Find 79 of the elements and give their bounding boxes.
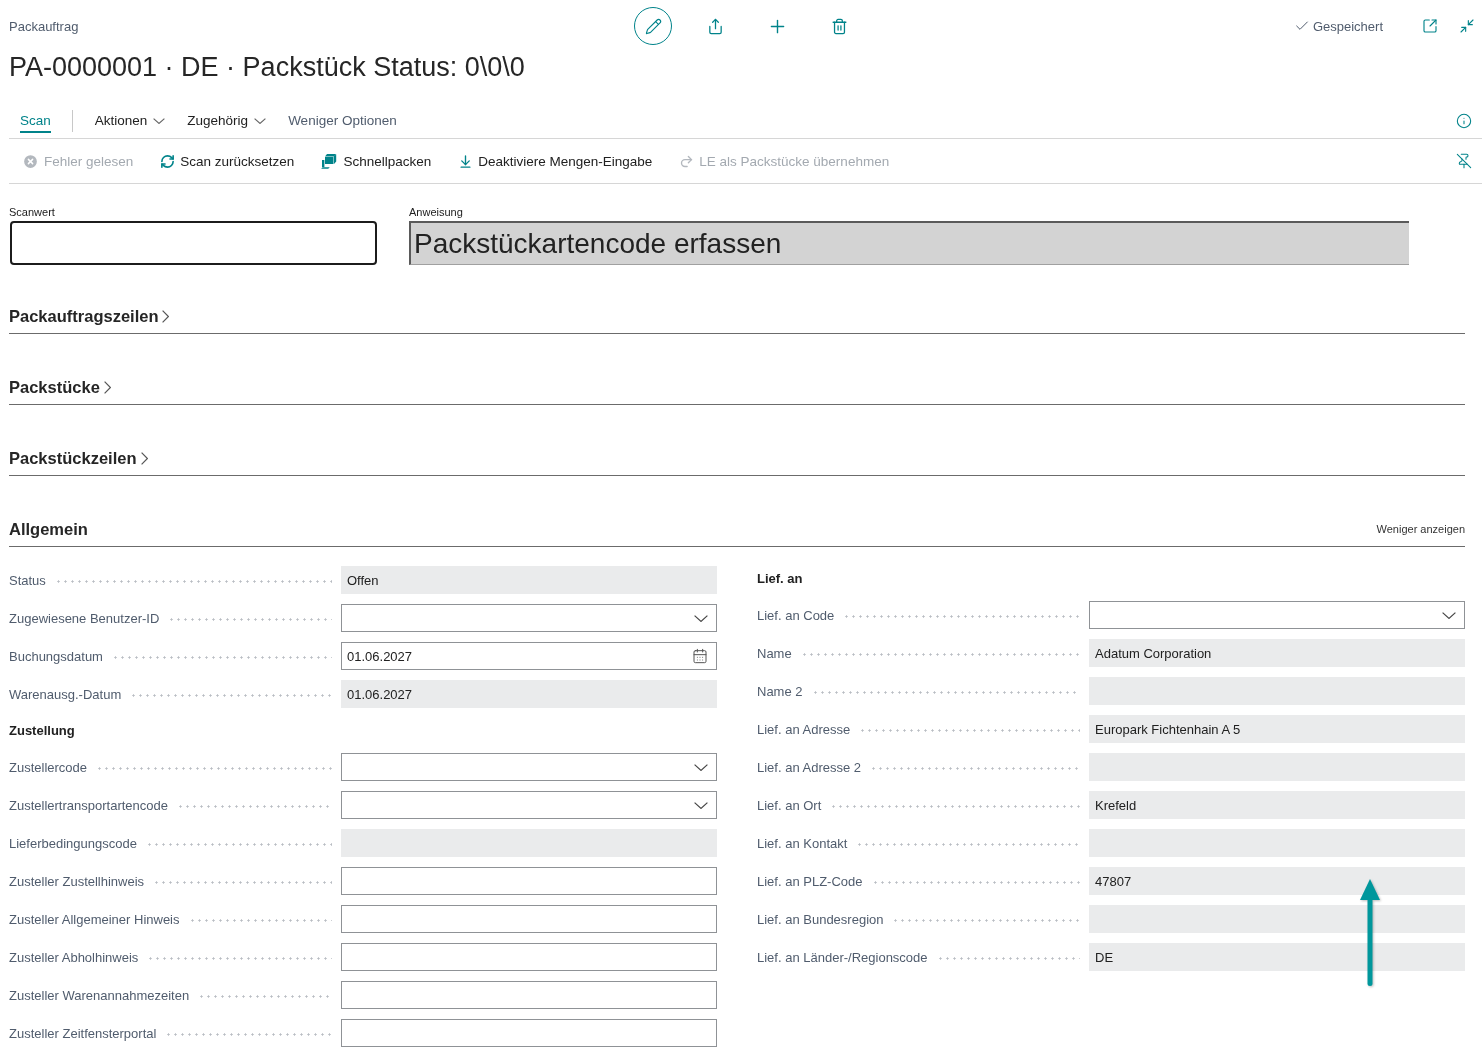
group-heading: Zustellung: [9, 723, 75, 738]
field-label: Zusteller Warenannahmezeiten: [9, 987, 190, 1003]
field-label: Zusteller Zeitfensterportal: [9, 1025, 157, 1041]
readonly-field: Adatum Corporation: [1089, 639, 1465, 667]
readonly-field: 01.06.2027: [341, 680, 717, 708]
text-field[interactable]: [341, 943, 717, 971]
dropdown-field[interactable]: [341, 604, 717, 632]
field-label: Lief. an Adresse 2: [757, 759, 862, 775]
field-label: Buchungsdatum: [9, 648, 103, 664]
readonly-field: 47807: [1089, 867, 1465, 895]
pin-off-icon[interactable]: [1456, 153, 1472, 169]
save-status: Gespeichert: [1312, 18, 1383, 34]
field-label: Lief. an PLZ-Code: [757, 873, 863, 889]
pencil-icon: [644, 17, 662, 35]
chevron-icon: [694, 801, 708, 809]
breadcrumb: Packauftrag: [9, 18, 79, 34]
info-icon[interactable]: [1456, 113, 1472, 129]
instruction-field: Packstückartencode erfassen: [409, 221, 1409, 265]
field-label: Zusteller Abholhinweis: [9, 949, 139, 965]
text-field[interactable]: [341, 1019, 717, 1047]
dropdown-field[interactable]: [341, 791, 717, 819]
refresh-icon: [160, 153, 176, 169]
collapse-icon[interactable]: [1459, 18, 1475, 34]
menu-tab[interactable]: Zugehörig: [187, 109, 267, 133]
field-label: Warenausg.-Datum: [9, 686, 122, 702]
scan-input[interactable]: [10, 221, 377, 265]
chevron-icon: [254, 117, 267, 124]
field-label: Lief. an Kontakt: [757, 835, 848, 851]
field-label: Status: [9, 572, 46, 588]
field-label: Lief. an Bundesregion: [757, 911, 884, 927]
boxes-icon: [321, 153, 339, 169]
field-label: Zusteller Allgemeiner Hinweis: [9, 911, 180, 927]
field-label: Zustellercode: [9, 759, 88, 775]
field-label: Anweisung: [409, 205, 464, 219]
menu-tab[interactable]: Aktionen: [94, 109, 166, 133]
field-label: Scanwert: [9, 205, 56, 219]
readonly-field: Offen: [341, 566, 717, 594]
dropdown-field[interactable]: [341, 753, 717, 781]
field-label: Lieferbedingungscode: [9, 835, 137, 851]
field-label: Zusteller Zustellhinweis: [9, 873, 145, 889]
section-header[interactable]: Packauftragszeilen: [9, 306, 170, 326]
field-label: Lief. an Länder-/Regionscode: [757, 949, 928, 965]
chevron-icon: [153, 117, 166, 124]
edit-button[interactable]: [634, 7, 672, 45]
date-field[interactable]: 01.06.2027: [341, 642, 717, 670]
field-label: Lief. an Adresse: [757, 721, 851, 737]
readonly-field: Europark Fichtenhain A 5: [1089, 715, 1465, 743]
forward-arrow-icon: [679, 153, 695, 169]
open-new-window-icon[interactable]: [1422, 18, 1438, 34]
readonly-field: DE: [1089, 943, 1465, 971]
dropdown-field[interactable]: [1089, 601, 1465, 629]
section-title: Allgemein: [9, 519, 88, 539]
toolbar-button[interactable]: Scan zurücksetzen: [160, 153, 295, 169]
field-label: Name: [757, 645, 792, 661]
section-header[interactable]: Packstücke: [9, 377, 111, 397]
show-less-link[interactable]: Weniger anzeigen: [1376, 523, 1465, 535]
toolbar-button[interactable]: Deaktiviere Mengen-Eingabe: [458, 153, 653, 169]
chevron-icon: [694, 614, 708, 622]
text-field[interactable]: [341, 905, 717, 933]
tab[interactable]: Scan: [20, 109, 51, 133]
section-header[interactable]: Packstückzeilen: [9, 448, 148, 468]
options-link[interactable]: Weniger Optionen: [288, 109, 397, 133]
field-label: Zugewiesene Benutzer-ID: [9, 610, 160, 626]
text-field[interactable]: [341, 981, 717, 1009]
field-label: Zustellertransportartencode: [9, 797, 168, 813]
trash-icon[interactable]: [830, 17, 848, 35]
text-field[interactable]: [341, 867, 717, 895]
readonly-field: Krefeld: [1089, 791, 1465, 819]
x-circle-icon: [22, 152, 39, 170]
chevron-icon: [694, 763, 708, 771]
calendar-icon: [692, 648, 708, 664]
group-heading: Lief. an: [757, 571, 803, 586]
chevron-icon: [1442, 611, 1456, 619]
share-icon[interactable]: [706, 17, 724, 35]
field-label: Lief. an Code: [757, 607, 835, 623]
field-label: Lief. an Ort: [757, 797, 822, 813]
page-title: PA-0000001 · DE · Packstück Status: 0\0\0: [9, 51, 526, 84]
field-label: Name 2: [757, 683, 803, 699]
toolbar-button[interactable]: Schnellpacken: [321, 153, 432, 169]
